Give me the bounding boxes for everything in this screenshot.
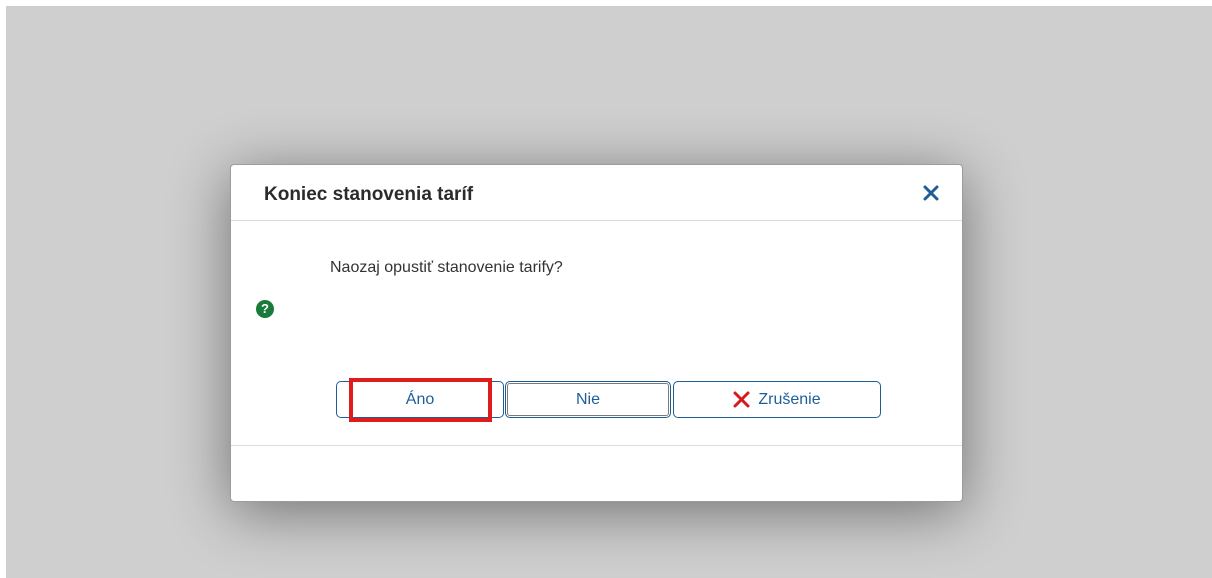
close-icon bbox=[923, 185, 939, 201]
no-button[interactable]: Nie bbox=[505, 381, 671, 418]
footer-divider bbox=[231, 445, 962, 446]
no-button-label: Nie bbox=[575, 390, 600, 408]
dialog-header: Koniec stanovenia taríf bbox=[231, 165, 962, 221]
confirm-dialog: Koniec stanovenia taríf ? Naozaj opustiť… bbox=[230, 164, 963, 502]
dialog-title: Koniec stanovenia taríf bbox=[264, 184, 474, 205]
cancel-button-label: Zrušenie bbox=[758, 390, 821, 408]
cancel-button[interactable]: Zrušenie bbox=[673, 381, 881, 418]
close-button[interactable] bbox=[920, 182, 942, 204]
yes-button[interactable]: Áno bbox=[336, 381, 504, 418]
x-icon bbox=[733, 391, 750, 408]
question-icon: ? bbox=[256, 300, 274, 318]
yes-button-label: Áno bbox=[405, 390, 435, 408]
dialog-message: Naozaj opustiť stanovenie tarify? bbox=[330, 259, 563, 276]
